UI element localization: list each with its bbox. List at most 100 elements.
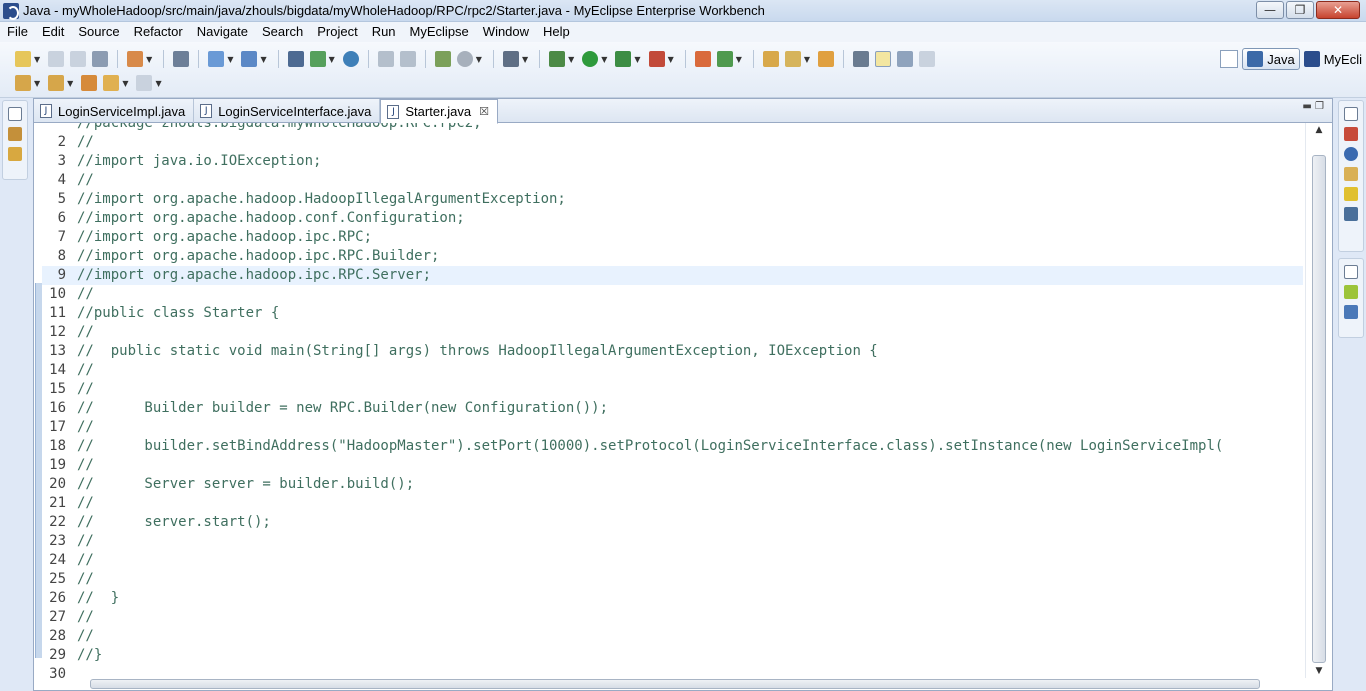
code-area[interactable]: //package zhouls.bigdata.myWholeHadoop.R… <box>34 123 1305 678</box>
run-server-icon[interactable] <box>309 51 326 67</box>
back-dropdown-icon[interactable]: ▼ <box>122 79 128 88</box>
declaration-icon[interactable] <box>1344 167 1358 181</box>
scroll-up-icon[interactable]: ▲ <box>1306 123 1332 137</box>
save-icon[interactable] <box>48 51 65 67</box>
deploy-icon[interactable] <box>287 51 304 67</box>
new-interface-icon[interactable] <box>716 51 733 67</box>
run-server-dropdown-icon[interactable]: ▼ <box>329 55 335 64</box>
previous-annotation-icon[interactable] <box>48 75 65 91</box>
new-class-icon[interactable] <box>694 51 711 67</box>
pencil-icon[interactable] <box>784 51 801 67</box>
code-line: 23 // <box>42 532 1303 551</box>
outline-icon[interactable] <box>1344 305 1358 319</box>
tasks-icon[interactable] <box>1344 285 1358 299</box>
tab-label: LoginServiceImpl.java <box>58 103 186 119</box>
new-interface-dropdown-icon[interactable]: ▼ <box>736 55 742 64</box>
close-button[interactable]: ✕ <box>1316 1 1360 19</box>
last-edit-location-icon[interactable] <box>81 75 98 91</box>
block-selection-icon[interactable] <box>897 51 914 67</box>
restore-icon[interactable] <box>1344 265 1358 279</box>
problems-icon[interactable] <box>1344 127 1358 141</box>
next-annotation-icon[interactable] <box>15 75 31 91</box>
restore-icon[interactable] <box>8 107 22 121</box>
package-explorer-icon[interactable] <box>8 127 22 141</box>
scroll-down-icon[interactable]: ▼ <box>1306 664 1332 678</box>
tab-loginserviceimpl[interactable]: J LoginServiceImpl.java <box>34 99 195 123</box>
hierarchy-icon[interactable] <box>8 147 22 161</box>
forward-icon[interactable] <box>136 75 153 91</box>
print-icon[interactable] <box>92 51 109 67</box>
myeclipse-perspective-button[interactable]: MyEcli <box>1300 48 1366 70</box>
copy-icon[interactable] <box>399 51 416 67</box>
horizontal-scrollbar[interactable] <box>74 677 1304 690</box>
myeclipse-app-icon <box>3 2 19 20</box>
camera-dropdown-icon[interactable]: ▼ <box>522 55 528 64</box>
package-dropdown-icon[interactable]: ▼ <box>260 55 266 64</box>
new-dropdown-icon[interactable]: ▼ <box>34 55 40 64</box>
menu-edit[interactable]: Edit <box>35 22 71 42</box>
menu-run[interactable]: Run <box>365 22 403 42</box>
java-perspective-button[interactable]: Java <box>1242 48 1300 70</box>
restore-icon[interactable] <box>1344 107 1358 121</box>
code-line: 24 // <box>42 551 1303 570</box>
menu-window[interactable]: Window <box>476 22 536 42</box>
javadoc-icon[interactable] <box>1344 147 1358 161</box>
browser-icon[interactable] <box>342 51 359 67</box>
run-dropdown-icon[interactable]: ▼ <box>601 55 607 64</box>
tab-starter[interactable]: J Starter.java ☒ <box>380 99 499 124</box>
maximize-button[interactable]: ❐ <box>1286 1 1314 19</box>
mark-occurrences-icon[interactable] <box>875 51 892 67</box>
external-tools-dropdown-icon[interactable]: ▼ <box>668 55 674 64</box>
toggle-breadcrumb-icon[interactable] <box>853 51 870 67</box>
tab-loginserviceinterface[interactable]: J LoginServiceInterface.java <box>194 99 381 123</box>
run-last-tool-icon[interactable] <box>615 51 632 67</box>
java-project-dropdown-icon[interactable]: ▼ <box>227 55 233 64</box>
open-type-icon[interactable] <box>173 51 190 67</box>
cut-icon[interactable] <box>377 51 394 67</box>
save-all-icon[interactable] <box>70 51 87 67</box>
editor-min-max-icon[interactable]: ▬ ❐ <box>1302 101 1324 112</box>
pencil-dropdown-icon[interactable]: ▼ <box>804 55 810 64</box>
menu-project[interactable]: Project <box>310 22 364 42</box>
console-icon[interactable] <box>1344 207 1358 221</box>
run-last-dropdown-icon[interactable]: ▼ <box>634 55 640 64</box>
tab-label: Starter.java <box>405 104 472 119</box>
show-whitespace-icon[interactable] <box>919 51 936 67</box>
open-task-icon[interactable] <box>818 51 835 67</box>
run-icon[interactable] <box>582 51 599 67</box>
menu-refactor[interactable]: Refactor <box>127 22 190 42</box>
servers-icon[interactable] <box>1344 187 1358 201</box>
line-number: 17 <box>49 419 66 435</box>
new-web-icon[interactable] <box>434 51 451 67</box>
server-dropdown-icon[interactable]: ▼ <box>146 55 152 64</box>
menu-file[interactable]: File <box>0 22 35 42</box>
new-package-icon[interactable] <box>241 51 258 67</box>
search-icon[interactable] <box>456 51 473 67</box>
menu-help[interactable]: Help <box>536 22 577 42</box>
open-folder-icon[interactable] <box>762 51 779 67</box>
menu-myeclipse[interactable]: MyEclipse <box>403 22 476 42</box>
debug-icon[interactable] <box>549 51 566 67</box>
open-perspective-icon[interactable] <box>1220 50 1239 68</box>
back-icon[interactable] <box>103 75 120 91</box>
new-server-icon[interactable] <box>127 51 144 67</box>
close-tab-icon[interactable]: ☒ <box>479 105 489 118</box>
new-java-project-icon[interactable] <box>208 51 225 67</box>
scroll-thumb[interactable] <box>1312 155 1326 663</box>
minimize-button[interactable]: — <box>1256 1 1284 19</box>
new-icon[interactable] <box>15 51 31 67</box>
external-tools-icon[interactable] <box>648 51 665 67</box>
forward-dropdown-icon[interactable]: ▼ <box>155 79 161 88</box>
tab-label: LoginServiceInterface.java <box>218 103 372 119</box>
menu-search[interactable]: Search <box>255 22 310 42</box>
vertical-scrollbar[interactable]: ▲ ▼ <box>1305 123 1332 678</box>
menu-navigate[interactable]: Navigate <box>190 22 255 42</box>
horizontal-scroll-thumb[interactable] <box>90 679 1260 689</box>
next-annotation-dropdown-icon[interactable]: ▼ <box>34 79 40 88</box>
debug-dropdown-icon[interactable]: ▼ <box>568 55 574 64</box>
search-dropdown-icon[interactable]: ▼ <box>476 55 482 64</box>
menu-source[interactable]: Source <box>71 22 126 42</box>
camera-icon[interactable] <box>502 51 519 67</box>
previous-annotation-dropdown-icon[interactable]: ▼ <box>67 79 73 88</box>
code-line: //package zhouls.bigdata.myWholeHadoop.R… <box>42 123 1303 133</box>
